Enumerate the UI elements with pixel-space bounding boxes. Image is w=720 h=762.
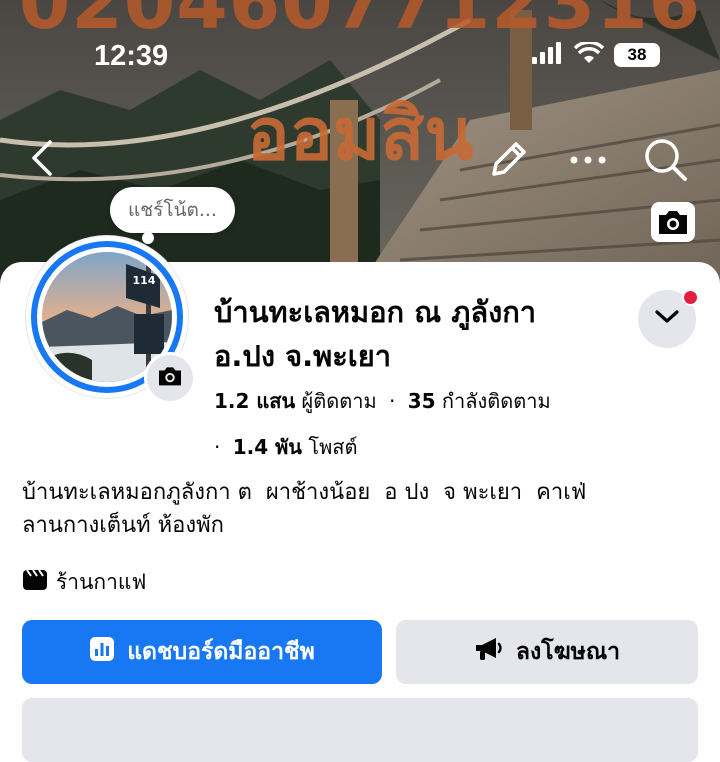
megaphone-icon: [474, 636, 504, 668]
dashboard-icon: [89, 636, 115, 668]
notification-dot: [682, 289, 699, 306]
following-label[interactable]: กำลังติดตาม: [442, 389, 551, 413]
page-title: บ้านทะเลหมอก ณ ภูลังกา อ.ปง จ.พะเยา: [214, 290, 624, 378]
advertise-button[interactable]: ลงโฆษณา: [396, 620, 698, 684]
professional-dashboard-button[interactable]: แดชบอร์ดมืออาชีพ: [22, 620, 382, 684]
chevron-down-icon: [654, 309, 680, 329]
status-time: 12:39: [94, 40, 169, 72]
signal-icon: [532, 42, 564, 68]
category-icon: [22, 569, 48, 596]
edit-icon[interactable]: [486, 138, 530, 186]
wifi-icon: [573, 40, 605, 68]
avatar-camera-button[interactable]: [144, 352, 196, 404]
following-count: 35: [407, 389, 436, 413]
page-title-line2: อ.ปง จ.พะเยา: [214, 339, 391, 373]
bio-line1: บ้านทะเลหมอกภูลังกา ต ผาช้างน้อย อ ปง จ …: [22, 480, 587, 505]
search-icon[interactable]: [642, 136, 690, 188]
note-bubble[interactable]: แชร์โน้ต...: [110, 187, 235, 233]
category: ร้านกาแฟ: [22, 566, 146, 599]
more-icon[interactable]: [566, 138, 610, 186]
category-label: ร้านกาแฟ: [56, 570, 147, 594]
profile-stats: 1.2 แสน ผู้ติดตาม · 35 กำลังติดตาม · 1.4…: [214, 389, 551, 459]
page-title-line1: บ้านทะเลหมอก ณ ภูลังกา: [214, 295, 537, 329]
more-actions-button[interactable]: [22, 698, 698, 762]
advertise-label: ลงโฆษณา: [515, 639, 621, 665]
cover-name-text: ออมสิน: [246, 92, 474, 176]
camera-icon: [156, 365, 184, 391]
battery-icon: 38: [614, 43, 660, 67]
camera-icon[interactable]: [651, 202, 695, 242]
bio-line2: ลานกางเต็นท์ ห้องพัก: [22, 513, 224, 538]
followers-label[interactable]: ผู้ติดตาม: [302, 389, 377, 413]
status-icons: 38: [532, 40, 660, 68]
posts-label[interactable]: โพสต์: [308, 435, 357, 459]
back-icon[interactable]: [26, 138, 60, 182]
note-bubble-tail: [142, 232, 154, 244]
posts-count: 1.4 พัน: [232, 435, 302, 459]
avatar-sign-text: 114: [132, 274, 156, 287]
bio: บ้านทะเลหมอกภูลังกา ต ผาช้างน้อย อ ปง จ …: [22, 476, 702, 542]
followers-count: 1.2 แสน: [214, 389, 296, 413]
professional-dashboard-label: แดชบอร์ดมืออาชีพ: [127, 639, 315, 665]
